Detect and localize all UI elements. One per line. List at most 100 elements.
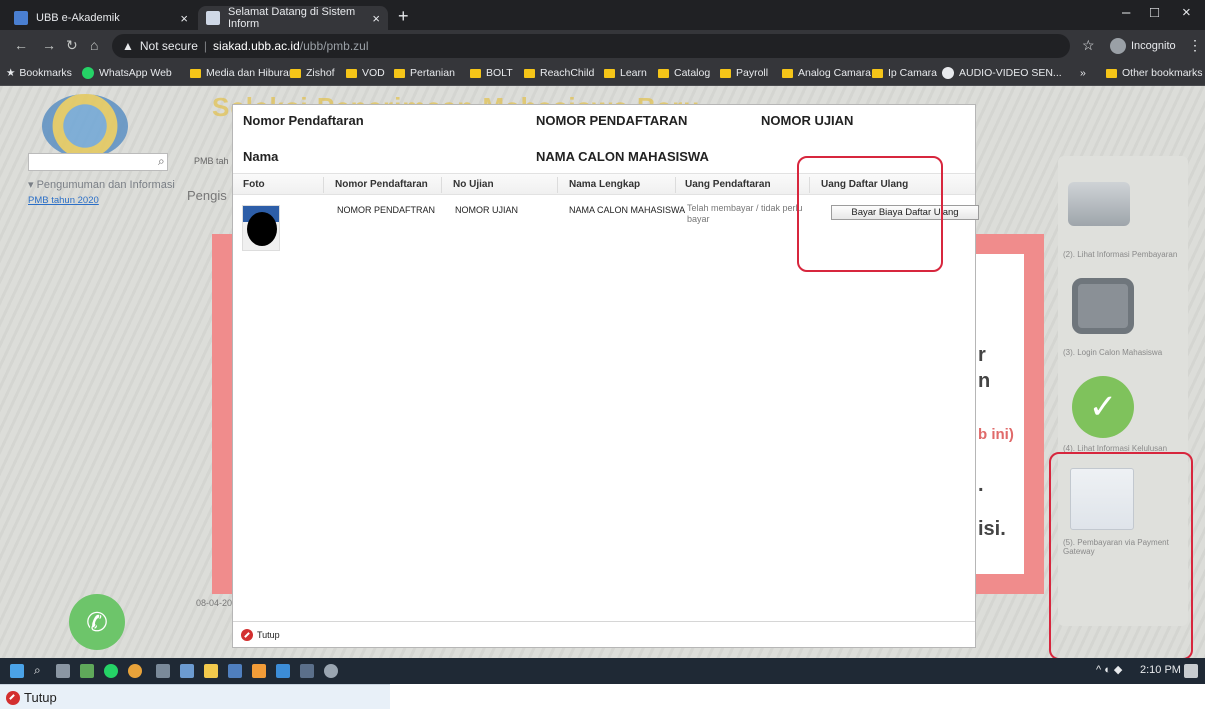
bookmark-pertanian[interactable]: Pertanian	[394, 67, 455, 79]
sidebar-header[interactable]: ▾ Pengumuman dan Informasi	[28, 178, 178, 191]
bayar-biaya-daftar-ulang-button[interactable]: Bayar Biaya Daftar Ulang	[831, 205, 979, 220]
menu-login-calon-mahasiswa[interactable]: (3). Login Calon Mahasiswa	[1063, 348, 1188, 357]
tutup-button-zoomed[interactable]: Tutup	[6, 690, 57, 705]
column-header-foto: Foto	[243, 179, 265, 190]
whatsapp-icon[interactable]: ✆	[69, 594, 125, 650]
bookmark-learn[interactable]: Learn	[604, 67, 647, 79]
bookmark-label: BOLT	[486, 67, 513, 79]
bookmark-analog-camara[interactable]: Analog Camara	[782, 67, 871, 79]
chrome-icon[interactable]	[128, 664, 142, 678]
column-divider	[323, 177, 324, 193]
tab-title: Selamat Datang di Sistem Inform	[228, 6, 356, 30]
column-header-no-ujian: No Ujian	[453, 179, 494, 190]
incognito-label: Incognito	[1131, 40, 1176, 52]
bookmark-whatsapp-web[interactable]: WhatsApp Web	[82, 67, 172, 79]
system-tray-icons[interactable]: ^ ◐ ◆	[1096, 663, 1122, 676]
bookmark-label: Other bookmarks	[1122, 67, 1203, 79]
maximize-icon[interactable]: □	[1150, 4, 1159, 21]
monitor-user-icon[interactable]	[1072, 278, 1134, 334]
settings-gear-icon[interactable]	[324, 664, 338, 678]
close-tab-icon[interactable]: ×	[372, 11, 380, 26]
folder-icon	[190, 68, 201, 78]
notification-icon[interactable]	[1184, 664, 1198, 678]
bookmark-other[interactable]: Other bookmarks	[1106, 67, 1203, 79]
file-explorer-icon[interactable]	[204, 664, 218, 678]
reload-icon[interactable]: ↻	[66, 37, 78, 54]
bookmark-audio-video[interactable]: AUDIO-VIDEO SEN...	[942, 67, 1062, 79]
windows-start-icon[interactable]	[10, 664, 24, 678]
url-omnibox[interactable]: ▲ Not secure | siakad.ubb.ac.id /ubb/pmb…	[112, 34, 1070, 58]
modal-footer: Tutup	[233, 621, 975, 647]
bookmark-bolt[interactable]: BOLT	[470, 67, 513, 79]
incognito-badge[interactable]: Incognito	[1110, 38, 1176, 54]
menu-pembayaran-payment-gateway[interactable]: (5). Pembayaran via Payment Gateway	[1063, 538, 1188, 556]
tutup-label: Tutup	[24, 690, 57, 705]
zoomed-tutup-strip: Tutup	[0, 684, 390, 709]
close-tab-icon[interactable]: ×	[180, 11, 188, 26]
tab-selamat-datang[interactable]: Selamat Datang di Sistem Inform ×	[198, 6, 388, 30]
cash-register-icon[interactable]	[1068, 182, 1130, 226]
panel-text-fragment: b ini)	[978, 426, 1014, 443]
tab-title: UBB e-Akademik	[36, 12, 120, 24]
search-icon[interactable]: ⌕	[34, 663, 48, 677]
app-icon[interactable]	[156, 664, 170, 678]
app-icon[interactable]	[252, 664, 266, 678]
student-photo	[242, 205, 280, 251]
bookmark-zishof[interactable]: Zishof	[290, 67, 335, 79]
address-bar-row: ← → ↻ ⌂ ▲ Not secure | siakad.ubb.ac.id …	[0, 30, 1205, 62]
task-view-icon[interactable]	[56, 664, 70, 678]
tutup-button[interactable]: Tutup	[241, 629, 280, 641]
pay-card-icon[interactable]	[1070, 468, 1134, 530]
menu-lihat-informasi-kelulusan[interactable]: (4). Lihat Informasi Kelulusan	[1063, 444, 1188, 453]
panel-text-fragment: r	[978, 344, 986, 366]
app-icon[interactable]	[276, 664, 290, 678]
bookmark-catalog[interactable]: Catalog	[658, 67, 710, 79]
bookmark-label: Zishof	[306, 67, 335, 79]
nama-value: NAMA CALON MAHASISWA	[536, 149, 709, 164]
clock-time[interactable]: 2:10 PM	[1140, 664, 1181, 676]
close-circle-icon	[6, 690, 20, 705]
folder-icon	[290, 68, 301, 78]
sidebar-item-pmb-2020[interactable]: PMB tahun 2020	[28, 195, 178, 206]
panel-text-fragment: isi.	[978, 518, 1006, 540]
app-icon[interactable]	[228, 664, 242, 678]
bookmark-payroll[interactable]: Payroll	[720, 67, 768, 79]
back-icon[interactable]: ←	[14, 37, 28, 53]
bookmark-vod[interactable]: VOD	[346, 67, 385, 79]
search-icon[interactable]: ⌕	[158, 154, 165, 169]
separator: |	[203, 39, 208, 53]
bookmark-reachchild[interactable]: ReachChild	[524, 67, 594, 79]
bookmark-media-dan-hiburan[interactable]: Media dan Hiburan	[190, 67, 295, 79]
bookmark-label: Catalog	[674, 67, 711, 79]
sidebar-search-input[interactable]	[28, 153, 168, 171]
globe-icon	[942, 67, 954, 79]
bookmark-ip-camara[interactable]: Ip Camara	[872, 67, 937, 79]
bookmark-label: VOD	[362, 67, 385, 79]
app-icon[interactable]	[300, 664, 314, 678]
bookmark-bookmarks[interactable]: ★ Bookmarks	[6, 67, 72, 79]
forward-icon[interactable]: →	[42, 37, 56, 53]
app-icon[interactable]	[180, 664, 194, 678]
breadcrumb: PMB tah	[194, 156, 229, 166]
bookmark-label: Ip Camara	[888, 67, 938, 79]
menu-kebab-icon[interactable]: ⋮	[1188, 37, 1202, 54]
checkmark-icon[interactable]: ✓	[1072, 376, 1134, 438]
minimize-icon[interactable]: –	[1122, 4, 1130, 21]
folder-icon	[782, 68, 793, 78]
bookmark-label: Bookmarks	[19, 67, 72, 79]
folder-icon	[394, 68, 405, 78]
tab-ubb-e-akademik[interactable]: UBB e-Akademik ×	[6, 6, 196, 30]
folder-icon	[720, 68, 731, 78]
bookmarks-overflow[interactable]: »	[1080, 67, 1086, 79]
bookmark-label: WhatsApp Web	[99, 67, 172, 79]
new-tab-icon[interactable]: +	[398, 6, 409, 27]
home-icon[interactable]: ⌂	[90, 37, 98, 53]
app-icon[interactable]	[80, 664, 94, 678]
menu-lihat-informasi-pembayaran[interactable]: (2). Lihat Informasi Pembayaran	[1063, 250, 1188, 259]
cell-uang-pendaftaran: Telah membayar / tidak perlu bayar	[687, 203, 803, 224]
bookmark-label: Analog Camara	[798, 67, 871, 79]
date-fragment: 08-04-20	[196, 598, 233, 608]
window-close-icon[interactable]: ×	[1182, 4, 1191, 21]
whatsapp-icon[interactable]	[104, 664, 118, 678]
bookmark-star-icon[interactable]: ☆	[1082, 37, 1095, 54]
